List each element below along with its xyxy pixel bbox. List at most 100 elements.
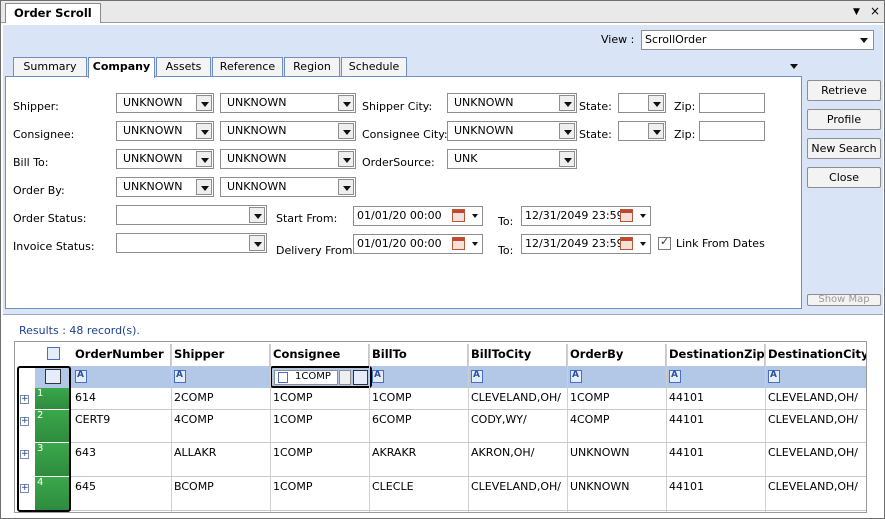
shipper-city-label: Shipper City:: [362, 100, 433, 113]
orderby-select[interactable]: UNKNOWN: [116, 177, 214, 197]
chevron-down-icon[interactable]: [648, 123, 664, 139]
col-consignee[interactable]: Consignee: [270, 344, 369, 366]
col-billtocity[interactable]: BillToCity: [468, 344, 567, 366]
filter-icon[interactable]: [570, 370, 582, 383]
consignee-filter-active[interactable]: 1COMP: [270, 366, 372, 388]
ordersource-select[interactable]: UNK: [447, 149, 577, 169]
title-bar: Order Scroll ▼ ×: [1, 1, 884, 23]
table-cell: 1COMP: [273, 413, 313, 426]
chevron-down-icon[interactable]: [472, 214, 478, 218]
chevron-down-icon[interactable]: [338, 123, 354, 139]
chevron-down-icon[interactable]: [648, 95, 664, 111]
billto-select[interactable]: UNKNOWN: [116, 149, 214, 169]
chevron-down-icon[interactable]: [559, 151, 575, 167]
profile-button[interactable]: Profile: [807, 109, 881, 130]
chevron-down-icon[interactable]: [559, 123, 575, 139]
chevron-down-icon[interactable]: [559, 95, 575, 111]
start-to-date[interactable]: 12/31/2049 23:59: [521, 206, 651, 226]
start-from-date[interactable]: 01/01/20 00:00: [353, 206, 483, 226]
filter-icon[interactable]: [768, 370, 780, 383]
table-cell: 2COMP: [174, 391, 214, 404]
table-cell: ALLAKR: [174, 446, 217, 459]
chevron-down-icon[interactable]: [249, 235, 265, 251]
clear-filter-icon[interactable]: [353, 370, 368, 385]
consignee-select[interactable]: UNKNOWN: [116, 121, 214, 141]
close-icon[interactable]: ×: [870, 4, 880, 18]
chevron-down-icon[interactable]: [338, 151, 354, 167]
chevron-down-icon[interactable]: [640, 214, 646, 218]
consignee-filter-input[interactable]: 1COMP: [274, 370, 338, 385]
shipper-select[interactable]: UNKNOWN: [116, 93, 214, 113]
consignee-state-select[interactable]: [618, 121, 666, 141]
table-cell: 44101: [669, 391, 704, 404]
close-button[interactable]: Close: [807, 167, 881, 188]
filter-icon[interactable]: [669, 370, 681, 383]
col-orderby[interactable]: OrderBy: [567, 344, 666, 366]
column-chooser-icon[interactable]: [47, 347, 60, 360]
tab-schedule[interactable]: Schedule: [341, 57, 407, 77]
consignee-city-select[interactable]: UNKNOWN: [447, 121, 577, 141]
tabs-menu-icon[interactable]: [790, 64, 798, 69]
table-cell: AKRON,OH/: [471, 446, 535, 459]
invoice-status-label: Invoice Status:: [13, 240, 95, 253]
chevron-down-icon[interactable]: [339, 370, 351, 385]
col-destinationzip[interactable]: DestinationZip: [666, 344, 765, 366]
chevron-down-icon[interactable]: [472, 242, 478, 246]
col-ordernumber[interactable]: OrderNumber: [72, 344, 171, 366]
shipper-name-select[interactable]: UNKNOWN: [220, 93, 356, 113]
chevron-down-icon[interactable]: [856, 32, 872, 48]
col-shipper[interactable]: Shipper: [171, 344, 270, 366]
check-icon: ✓: [660, 235, 670, 248]
orders-grid: OrderNumber Shipper Consignee BillTo Bil…: [14, 341, 867, 513]
chevron-down-icon[interactable]: [196, 95, 212, 111]
consignee-label: Consignee:: [13, 128, 75, 141]
window-title[interactable]: Order Scroll: [5, 3, 101, 23]
calendar-icon[interactable]: [620, 237, 633, 250]
chevron-down-icon[interactable]: [196, 179, 212, 195]
retrieve-button[interactable]: Retrieve: [807, 80, 881, 101]
table-cell: CLEVELAND,OH/: [768, 446, 858, 459]
consignee-name-select[interactable]: UNKNOWN: [220, 121, 356, 141]
chevron-down-icon[interactable]: [196, 151, 212, 167]
consignee-name-value: UNKNOWN: [227, 124, 287, 137]
filter-icon[interactable]: [174, 370, 186, 383]
table-cell: CLEVELAND,OH/: [768, 480, 858, 493]
orderby-value: UNKNOWN: [123, 180, 183, 193]
tab-company[interactable]: Company: [88, 57, 155, 78]
delivery-to-date[interactable]: 12/31/2049 23:59: [521, 234, 651, 254]
invoice-status-select[interactable]: [116, 233, 267, 253]
orderby-name-select[interactable]: UNKNOWN: [220, 177, 356, 197]
delivery-from-date[interactable]: 01/01/20 00:00: [353, 234, 483, 254]
table-cell: 44101: [669, 446, 704, 459]
chevron-down-icon[interactable]: [640, 242, 646, 246]
link-from-dates-checkbox[interactable]: ✓: [658, 235, 671, 250]
filter-icon[interactable]: [471, 370, 483, 383]
pin-icon[interactable]: ▼: [853, 7, 860, 17]
shipper-zip-input[interactable]: [699, 93, 765, 113]
consignee-zip-input[interactable]: [699, 121, 765, 141]
new-search-button[interactable]: New Search: [807, 138, 881, 159]
tab-assets[interactable]: Assets: [156, 57, 211, 77]
tab-reference[interactable]: Reference: [212, 57, 283, 77]
calendar-icon[interactable]: [620, 209, 633, 222]
view-value: ScrollOrder: [645, 33, 707, 46]
tab-summary[interactable]: Summary: [13, 57, 87, 77]
chevron-down-icon[interactable]: [249, 207, 265, 223]
col-billto[interactable]: BillTo: [369, 344, 468, 366]
tab-region[interactable]: Region: [284, 57, 340, 77]
calendar-icon[interactable]: [452, 209, 465, 222]
table-cell: UNKNOWN: [570, 446, 630, 459]
col-destinationcityst[interactable]: DestinationCitySt: [765, 344, 866, 366]
order-status-select[interactable]: [116, 205, 267, 225]
shipper-state-select[interactable]: [618, 93, 666, 113]
shipper-city-select[interactable]: UNKNOWN: [447, 93, 577, 113]
calendar-icon[interactable]: [452, 237, 465, 250]
chevron-down-icon[interactable]: [338, 179, 354, 195]
shipper-label: Shipper:: [13, 100, 59, 113]
chevron-down-icon[interactable]: [196, 123, 212, 139]
billto-name-select[interactable]: UNKNOWN: [220, 149, 356, 169]
filter-icon[interactable]: [372, 370, 384, 383]
filter-icon[interactable]: [75, 370, 87, 383]
view-select[interactable]: ScrollOrder: [641, 30, 874, 50]
chevron-down-icon[interactable]: [338, 95, 354, 111]
